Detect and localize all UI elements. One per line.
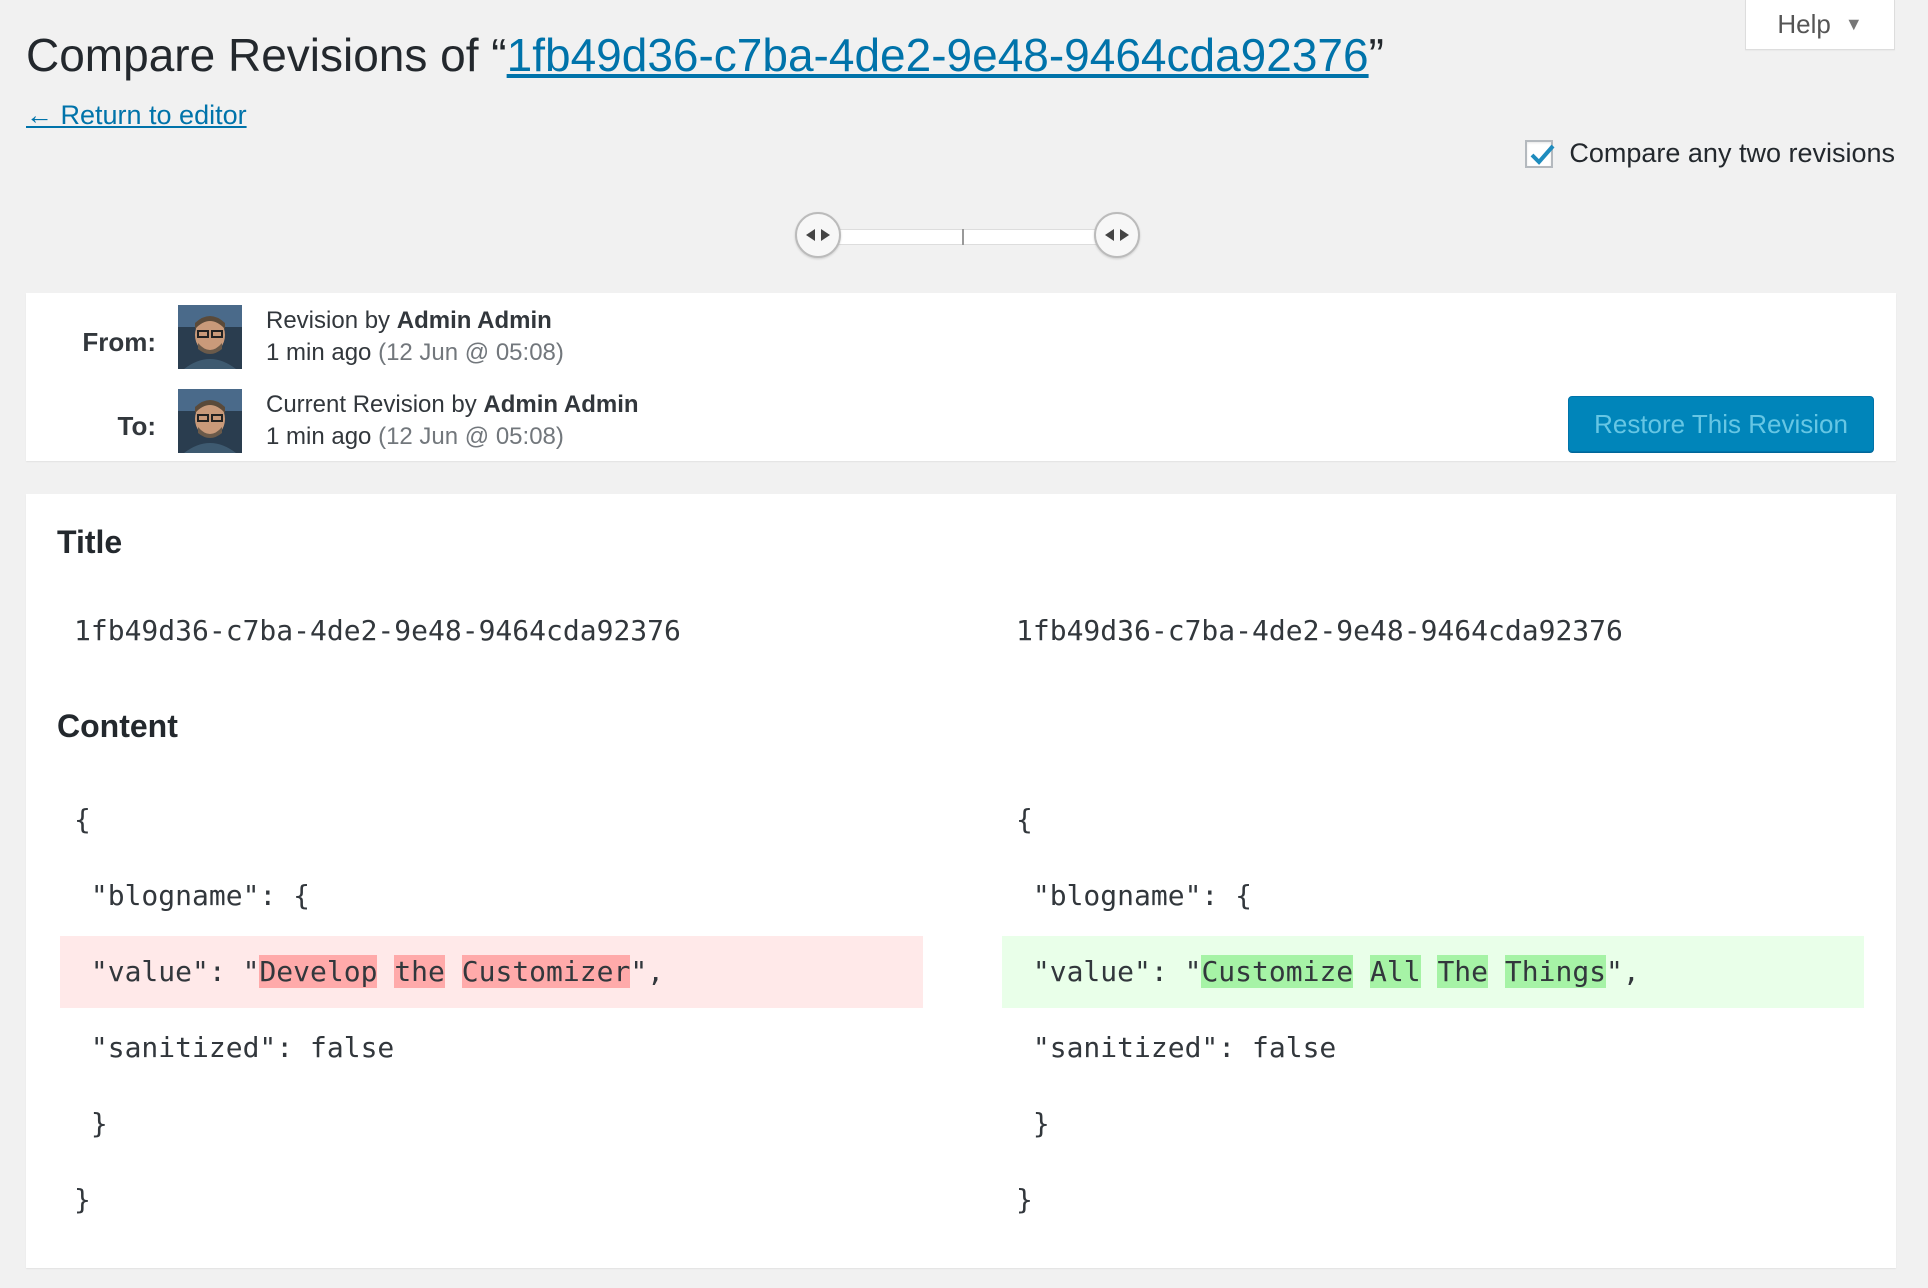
revision-diff: Title 1fb49d36-c7ba-4de2-9e48-9464cda923… [26, 494, 1896, 1268]
right-line-close-brace: } [1016, 1183, 1033, 1216]
left-line-sanitized: "sanitized": false [74, 1031, 395, 1064]
restore-revision-button[interactable]: Restore This Revision [1568, 396, 1874, 452]
title-diff-heading: Title [57, 524, 123, 560]
slider-handle-from[interactable] [795, 212, 841, 258]
from-date: (12 Jun @ 05:08) [378, 339, 564, 366]
drag-arrows-icon [1105, 229, 1129, 241]
added-word: All [1370, 955, 1421, 988]
caret-down-icon: ▼ [1844, 14, 1863, 34]
to-revision-prefix: Current Revision by [266, 391, 484, 418]
to-label: To: [117, 411, 157, 441]
from-label: From: [82, 327, 156, 357]
right-line-sanitized: "sanitized": false [1016, 1031, 1337, 1064]
from-revision-info: Revision by Admin Admin 1 min ago (12 Ju… [266, 305, 564, 369]
from-time-ago: 1 min ago [266, 339, 372, 366]
right-line-blogname: "blogname": { [1016, 879, 1253, 912]
return-to-editor-link[interactable]: ← Return to editor [26, 100, 247, 131]
page-title-prefix: Compare Revisions of “ [26, 29, 507, 81]
right-value-suffix: ", [1606, 955, 1640, 988]
checkmark-icon [1530, 144, 1555, 165]
from-revision-row: From: Revision by Admin Admin 1 min ago … [26, 305, 1896, 375]
help-label: Help [1777, 9, 1831, 39]
help-tab-button[interactable]: Help ▼ [1745, 0, 1895, 50]
content-diff-heading: Content [57, 708, 178, 744]
drag-arrows-icon [806, 229, 830, 241]
right-line-open-brace: { [1016, 803, 1033, 836]
left-value-prefix: "value": " [74, 955, 260, 988]
added-word: The [1437, 955, 1489, 988]
left-line-inner-close: } [74, 1107, 108, 1140]
from-revision-prefix: Revision by [266, 307, 397, 334]
left-line-close-brace: } [74, 1183, 91, 1216]
right-line-value-added: "value": "Customize All The Things", [1002, 936, 1864, 1008]
post-title-link[interactable]: 1fb49d36-c7ba-4de2-9e48-9464cda92376 [507, 29, 1369, 81]
to-date: (12 Jun @ 05:08) [378, 423, 564, 450]
to-author: Admin Admin [483, 391, 639, 418]
left-line-blogname: "blogname": { [74, 879, 311, 912]
title-left-value: 1fb49d36-c7ba-4de2-9e48-9464cda92376 [74, 614, 681, 647]
slider-handle-to[interactable] [1094, 212, 1140, 258]
to-revision-info: Current Revision by Admin Admin 1 min ag… [266, 389, 639, 453]
title-right-value: 1fb49d36-c7ba-4de2-9e48-9464cda92376 [1016, 614, 1623, 647]
compare-two-option[interactable]: Compare any two revisions [1525, 138, 1895, 169]
removed-word: Develop [259, 955, 378, 988]
left-line-open-brace: { [74, 803, 91, 836]
revision-meta-box: From: Revision by Admin Admin 1 min ago … [26, 293, 1896, 461]
avatar [178, 305, 242, 369]
compare-two-label: Compare any two revisions [1569, 138, 1895, 168]
added-word: Customize [1201, 955, 1354, 988]
compare-two-checkbox[interactable] [1525, 139, 1555, 168]
revision-slider[interactable] [795, 212, 1140, 262]
removed-word: the [394, 955, 445, 988]
left-line-value-removed: "value": "Develop the Customizer", [60, 936, 923, 1008]
page-title-suffix: ” [1368, 29, 1384, 81]
avatar [178, 389, 242, 453]
right-value-prefix: "value": " [1016, 955, 1202, 988]
page-title: Compare Revisions of “1fb49d36-c7ba-4de2… [26, 28, 1384, 82]
slider-tick [962, 229, 964, 245]
right-line-inner-close: } [1016, 1107, 1050, 1140]
added-word: Things [1504, 955, 1607, 988]
left-value-suffix: ", [630, 955, 665, 988]
to-time-ago: 1 min ago [266, 423, 372, 450]
removed-word: Customizer [461, 955, 631, 988]
from-author: Admin Admin [396, 307, 552, 334]
slider-track[interactable] [820, 229, 1115, 245]
